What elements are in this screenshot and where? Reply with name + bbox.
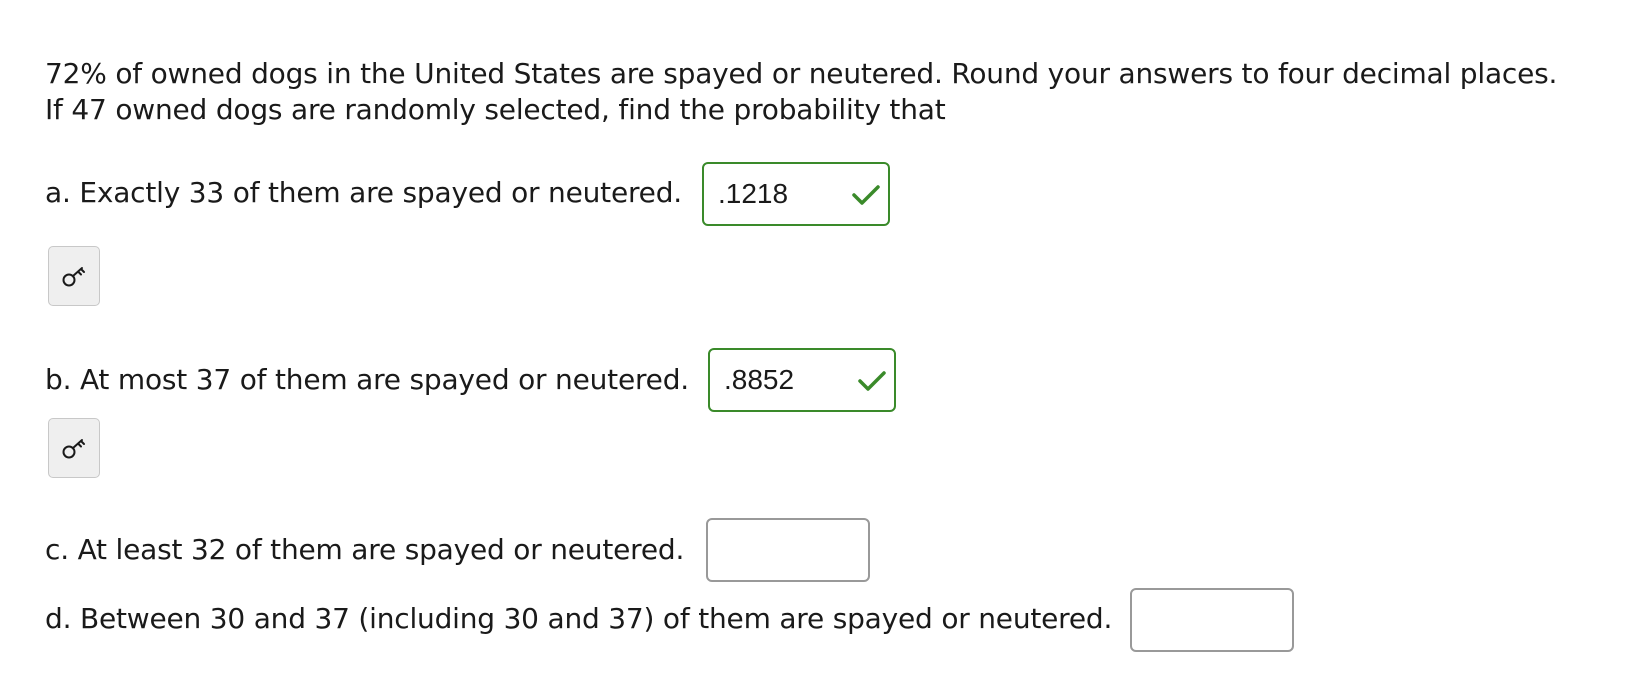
question-d-label: d. Between 30 and 37 (including 30 and 3… bbox=[45, 602, 1113, 635]
key-icon bbox=[62, 267, 85, 287]
answer-d-input[interactable] bbox=[1130, 588, 1294, 652]
answer-key-button-b[interactable] bbox=[48, 418, 100, 478]
question-a-label: a. Exactly 33 of them are spayed or neut… bbox=[45, 176, 682, 209]
checkmark-icon bbox=[852, 185, 880, 205]
key-icon bbox=[62, 439, 85, 459]
problem-statement: 72% of owned dogs in the United States a… bbox=[45, 56, 1615, 128]
answer-a-input[interactable]: .1218 bbox=[702, 162, 890, 226]
checkmark-icon bbox=[858, 371, 886, 391]
problem-line-2: If 47 owned dogs are randomly selected, … bbox=[45, 93, 946, 126]
question-c-label: c. At least 32 of them are spayed or neu… bbox=[45, 533, 685, 566]
answer-b-input[interactable]: .8852 bbox=[708, 348, 896, 412]
problem-line-1: 72% of owned dogs in the United States a… bbox=[45, 57, 1558, 90]
question-b-label: b. At most 37 of them are spayed or neut… bbox=[45, 363, 689, 396]
answer-c-input[interactable] bbox=[706, 518, 870, 582]
answer-key-button-a[interactable] bbox=[48, 246, 100, 306]
